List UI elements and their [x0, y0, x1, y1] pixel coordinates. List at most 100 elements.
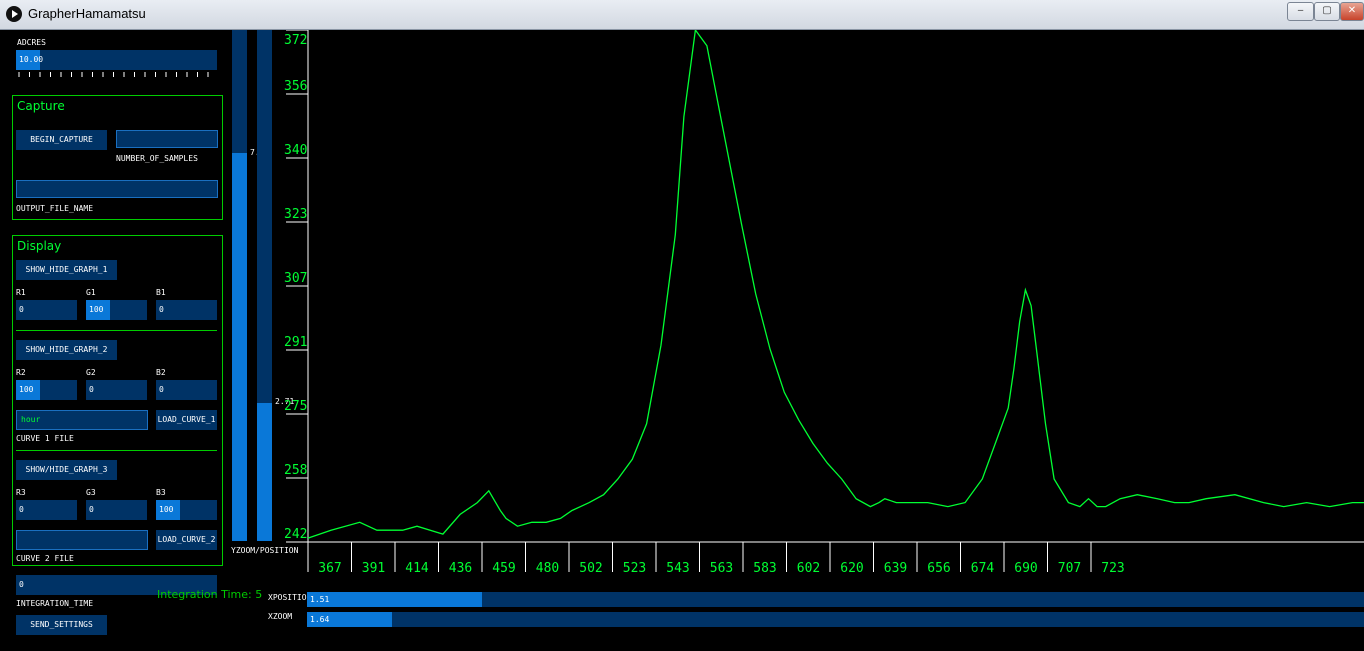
- b3-label: B3: [156, 488, 166, 497]
- b3-slider[interactable]: 100: [156, 500, 217, 520]
- curve-1-file-input[interactable]: hour: [16, 410, 148, 430]
- number-of-samples-label: NUMBER_OF_SAMPLES: [116, 154, 198, 163]
- x-tick-label: 414: [405, 561, 429, 576]
- r1-value: 0: [19, 305, 24, 314]
- x-tick-label: 690: [1014, 561, 1037, 576]
- r1-label: R1: [16, 288, 26, 297]
- y-tick-label: 372: [284, 33, 307, 48]
- y-tick-label: 258: [284, 463, 307, 478]
- begin-capture-button[interactable]: BEGIN_CAPTURE: [16, 130, 107, 150]
- x-tick-label: 543: [666, 561, 689, 576]
- g3-slider[interactable]: 0: [86, 500, 147, 520]
- spectrum-chart: 372 356 340 323 307 291 275 258 242 367 391 414 436 4…: [284, 30, 1364, 576]
- xzoom-slider[interactable]: 1.64: [307, 612, 1364, 627]
- y-tick-label: 275: [284, 399, 307, 414]
- xposition-slider[interactable]: 1.51: [307, 592, 1364, 607]
- x-tick-label: 391: [362, 561, 385, 576]
- x-tick-label: 707: [1058, 561, 1081, 576]
- x-tick-label: 459: [492, 561, 515, 576]
- x-tick-label: 523: [623, 561, 646, 576]
- load-curve-1-button[interactable]: LOAD_CURVE_1: [156, 410, 217, 430]
- send-settings-button[interactable]: SEND_SETTINGS: [16, 615, 107, 635]
- adcres-label: ADCRES: [17, 38, 46, 47]
- g3-value: 0: [89, 505, 94, 514]
- app-canvas: ADCRES 10.00 Capture BEGIN_CAPTURE NUMBE…: [0, 30, 1364, 651]
- xposition-label: XPOSITION: [268, 593, 312, 602]
- xzoom-label: XZOOM: [268, 612, 293, 621]
- r3-label: R3: [16, 488, 26, 497]
- x-tick-label: 723: [1101, 561, 1124, 576]
- output-file-name-input[interactable]: [16, 180, 218, 198]
- g2-label: G2: [86, 368, 96, 377]
- r2-slider[interactable]: 100: [16, 380, 77, 400]
- y-tick-label: 291: [284, 335, 307, 350]
- b2-value: 0: [159, 385, 164, 394]
- yzoom-slider[interactable]: [232, 30, 247, 541]
- x-tick-label: 620: [840, 561, 863, 576]
- x-tick-label: 639: [884, 561, 907, 576]
- show-hide-graph-1-button[interactable]: SHOW_HIDE_GRAPH_1: [16, 260, 117, 280]
- g1-value: 100: [89, 305, 104, 314]
- b3-value: 100: [159, 505, 174, 514]
- spectrum-curve: [307, 30, 1364, 539]
- app-window: GrapherHamamatsu ‒ ▢ ✕ ADCRES 10.00 Capt…: [0, 0, 1364, 651]
- y-tick-label: 356: [284, 79, 307, 94]
- x-tick-label: 367: [318, 561, 341, 576]
- curve-2-file-input[interactable]: [16, 530, 148, 550]
- divider: [16, 330, 217, 331]
- xzoom-value: 1.64: [310, 615, 330, 624]
- show-hide-graph-3-button[interactable]: SHOW/HIDE_GRAPH_3: [16, 460, 117, 480]
- minimize-button[interactable]: ‒: [1287, 2, 1314, 21]
- g2-slider[interactable]: 0: [86, 380, 147, 400]
- b1-value: 0: [159, 305, 164, 314]
- xposition-value: 1.51: [310, 595, 330, 604]
- x-tick-label: 502: [579, 561, 602, 576]
- adcres-value: 10.00: [19, 55, 44, 64]
- adcres-tick-marks: [18, 72, 209, 77]
- divider: [16, 450, 217, 451]
- adcres-slider[interactable]: 10.00: [16, 50, 217, 70]
- load-curve-2-button[interactable]: LOAD_CURVE_2: [156, 530, 217, 550]
- b1-slider[interactable]: 0: [156, 300, 217, 320]
- x-tick-label: 602: [797, 561, 820, 576]
- r3-value: 0: [19, 505, 24, 514]
- yposition-slider[interactable]: [257, 30, 272, 541]
- close-button[interactable]: ✕: [1340, 2, 1364, 21]
- output-file-name-label: OUTPUT_FILE_NAME: [16, 204, 94, 213]
- r3-slider[interactable]: 0: [16, 500, 77, 520]
- maximize-button[interactable]: ▢: [1314, 2, 1340, 21]
- g3-label: G3: [86, 488, 96, 497]
- r2-label: R2: [16, 368, 26, 377]
- integration-time-label: INTEGRATION_TIME: [16, 599, 94, 608]
- curve-1-file-label: CURVE 1 FILE: [16, 434, 74, 443]
- yzoom-slider-fill: [232, 152, 247, 541]
- curve-2-file-label: CURVE 2 FILE: [16, 554, 74, 563]
- b2-label: B2: [156, 368, 166, 377]
- x-tick-label: 656: [927, 561, 950, 576]
- x-tick-label: 480: [536, 561, 559, 576]
- display-title: Display: [17, 239, 62, 253]
- title-bar: GrapherHamamatsu ‒ ▢ ✕: [0, 0, 1364, 30]
- y-tick-label: 242: [284, 527, 307, 542]
- r1-slider[interactable]: 0: [16, 300, 77, 320]
- b1-label: B1: [156, 288, 166, 297]
- b2-slider[interactable]: 0: [156, 380, 217, 400]
- x-tick-label: 674: [971, 561, 995, 576]
- number-of-samples-input[interactable]: [116, 130, 218, 148]
- g2-value: 0: [89, 385, 94, 394]
- integration-time-value: 0: [19, 580, 24, 589]
- yposition-slider-fill: [257, 403, 272, 541]
- capture-title: Capture: [17, 99, 65, 113]
- integration-time-overlay: Integration Time: 5: [157, 588, 263, 601]
- y-tick-label: 340: [284, 143, 307, 158]
- play-icon: [6, 6, 22, 22]
- x-tick-label: 563: [710, 561, 733, 576]
- x-tick-label: 436: [449, 561, 472, 576]
- y-tick-label: 307: [284, 271, 307, 286]
- g1-slider[interactable]: 100: [86, 300, 147, 320]
- show-hide-graph-2-button[interactable]: SHOW_HIDE_GRAPH_2: [16, 340, 117, 360]
- g1-label: G1: [86, 288, 96, 297]
- y-tick-label: 323: [284, 207, 307, 222]
- r2-value: 100: [19, 385, 34, 394]
- x-tick-label: 583: [753, 561, 776, 576]
